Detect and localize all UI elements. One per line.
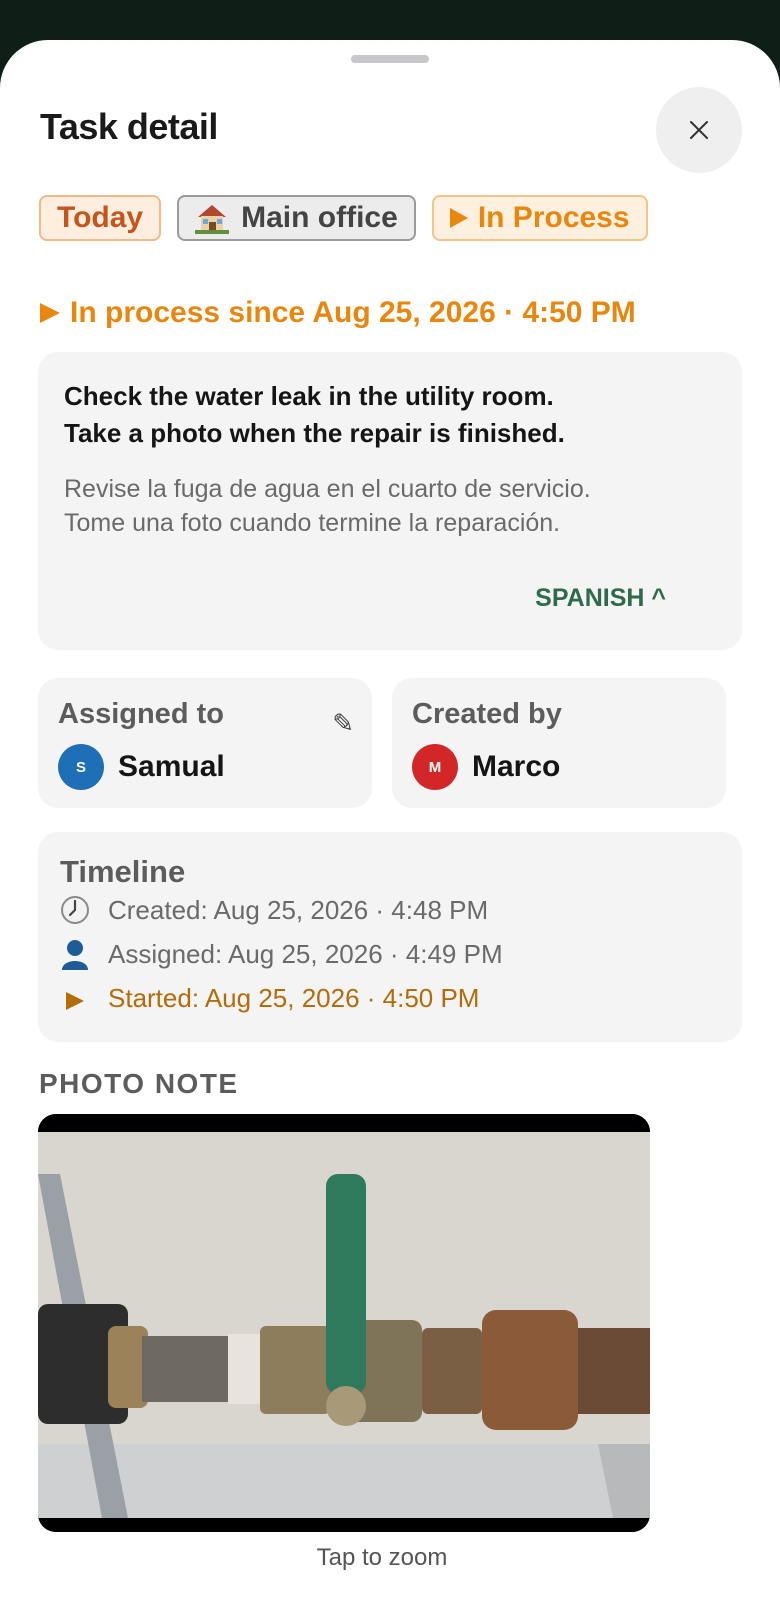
creator-label: Created by	[412, 698, 562, 730]
close-button[interactable]	[656, 87, 742, 173]
location-chip-label: Main office	[241, 201, 398, 234]
play-icon	[40, 303, 60, 323]
timeline-event-text: Started: Aug 25, 2026 · 4:50 PM	[108, 982, 480, 1013]
timeline-event-created: Created: Aug 25, 2026 · 4:48 PM	[60, 894, 488, 926]
tap-to-zoom-caption: Tap to zoom	[316, 1544, 448, 1571]
status-since: In process since Aug 25, 2026 · 4:50 PM	[40, 296, 636, 330]
photo-note-image[interactable]	[38, 1114, 650, 1532]
assignee: S Samual	[58, 744, 225, 790]
timeline-event-text: Created: Aug 25, 2026 · 4:48 PM	[108, 894, 489, 925]
play-icon	[60, 982, 90, 1014]
task-chips: Today Main office In Process	[39, 195, 648, 241]
close-icon	[690, 121, 708, 139]
creator-name: Marco	[472, 750, 561, 783]
pencil-icon[interactable]: ✎	[332, 708, 354, 739]
timeline-title: Timeline	[60, 854, 186, 889]
language-toggle[interactable]: SPANISH ^	[535, 584, 666, 613]
instructions-card: Check the water leak in the utility room…	[38, 352, 742, 650]
instructions-translation: Revise la fuga de agua en el cuarto de s…	[64, 475, 591, 537]
timeline-event-assigned: Assigned: Aug 25, 2026 · 4:49 PM	[60, 938, 503, 970]
status-since-text: In process since Aug 25, 2026 · 4:50 PM	[70, 296, 636, 329]
person-icon	[60, 938, 90, 970]
timeline-card: Timeline Created: Aug 25, 2026 · 4:48 PM…	[38, 832, 742, 1042]
creator-card: Created by M Marco	[392, 678, 726, 808]
due-chip: Today	[39, 195, 162, 241]
assigned-card[interactable]: Assigned to ✎ S Samual	[38, 678, 372, 808]
status-chip-label: In Process	[477, 201, 630, 234]
assignee-name: Samual	[118, 750, 225, 783]
drag-handle[interactable]	[351, 55, 429, 63]
location-chip: Main office	[177, 195, 416, 241]
play-icon	[449, 208, 468, 228]
assigned-label: Assigned to	[58, 698, 224, 730]
house-icon	[195, 201, 230, 235]
timeline-event-text: Assigned: Aug 25, 2026 · 4:49 PM	[108, 938, 503, 969]
creator: M Marco	[412, 744, 560, 790]
clock-icon	[60, 894, 90, 926]
sheet-title: Task detail	[40, 106, 218, 147]
avatar: M	[412, 744, 458, 790]
avatar: S	[58, 744, 104, 790]
status-chip: In Process	[431, 195, 648, 241]
due-chip-label: Today	[57, 201, 144, 234]
timeline-event-started: Started: Aug 25, 2026 · 4:50 PM	[60, 982, 479, 1014]
instructions-original: Check the water leak in the utility room…	[64, 381, 565, 448]
photo-note-label: PHOTO NOTE	[39, 1068, 239, 1099]
